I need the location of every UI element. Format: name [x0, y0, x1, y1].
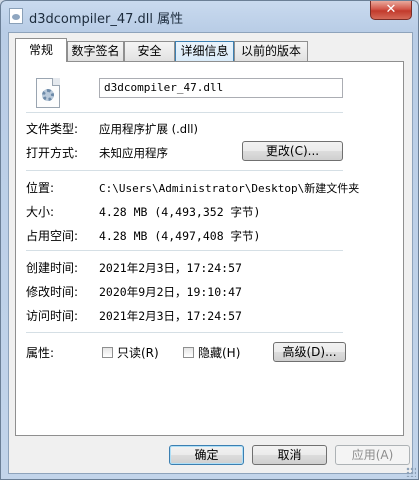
file-type-value: 应用程序扩展 (.dll)	[99, 122, 198, 136]
separator	[26, 250, 343, 251]
cancel-button[interactable]: 取消	[252, 445, 327, 465]
resize-grip[interactable]	[406, 467, 416, 477]
location-label: 位置:	[26, 181, 55, 195]
file-type-label: 文件类型:	[26, 122, 79, 136]
open-with-value: 未知应用程序	[99, 146, 168, 160]
window-title: d3dcompiler_47.dll 属性	[29, 12, 184, 27]
change-button[interactable]: 更改(C)...	[242, 141, 343, 161]
tab-previous-versions[interactable]: 以前的版本	[234, 41, 308, 61]
created-value: 2021年2月3日，17:24:57	[99, 261, 242, 275]
separator	[26, 112, 343, 113]
tab-details[interactable]: 详细信息	[175, 41, 234, 61]
modified-label: 修改时间:	[26, 285, 79, 299]
separator	[26, 332, 343, 333]
dll-file-gear-icon	[36, 78, 60, 108]
accessed-value: 2021年2月3日，17:24:57	[99, 309, 242, 323]
file-name-input[interactable]: d3dcompiler_47.dll	[99, 78, 343, 98]
readonly-label[interactable]: 只读(R)	[117, 344, 159, 361]
hidden-checkbox[interactable]	[183, 347, 194, 358]
size-on-disk-label: 占用空间:	[26, 229, 79, 243]
tab-security[interactable]: 安全	[124, 41, 175, 61]
close-button[interactable]: ✕	[370, 1, 412, 20]
modified-value: 2020年9月2日，19:10:47	[99, 285, 242, 299]
size-label: 大小:	[26, 205, 55, 219]
ok-button[interactable]: 确定	[169, 445, 244, 465]
readonly-checkbox[interactable]	[102, 347, 113, 358]
size-value: 4.28 MB (4,493,352 字节)	[99, 205, 261, 219]
open-with-label: 打开方式:	[26, 146, 79, 160]
advanced-button[interactable]: 高级(D)...	[273, 342, 346, 362]
tab-general[interactable]: 常规	[15, 38, 67, 62]
attributes-label: 属性:	[26, 346, 55, 360]
size-on-disk-value: 4.28 MB (4,497,408 字节)	[99, 229, 261, 243]
apply-button[interactable]: 应用(A)	[335, 445, 410, 465]
hidden-label[interactable]: 隐藏(H)	[198, 344, 240, 361]
dialog-client: 常规 数字签名 安全 详细信息 以前的版本 d3dcompiler_47.dll…	[8, 32, 413, 474]
separator	[26, 170, 343, 171]
dll-file-icon	[9, 8, 23, 24]
general-panel: d3dcompiler_47.dll 文件类型: 应用程序扩展 (.dll) 打…	[15, 61, 404, 436]
title-bar[interactable]: d3dcompiler_47.dll 属性 ✕	[1, 1, 418, 31]
location-value: C:\Users\Administrator\Desktop\新建文件夹	[99, 182, 360, 195]
tab-digital-signature[interactable]: 数字签名	[67, 41, 124, 61]
created-label: 创建时间:	[26, 261, 79, 275]
accessed-label: 访问时间:	[26, 309, 79, 323]
properties-window: d3dcompiler_47.dll 属性 ✕ 常规 数字签名 安全 详细信息 …	[0, 0, 419, 480]
